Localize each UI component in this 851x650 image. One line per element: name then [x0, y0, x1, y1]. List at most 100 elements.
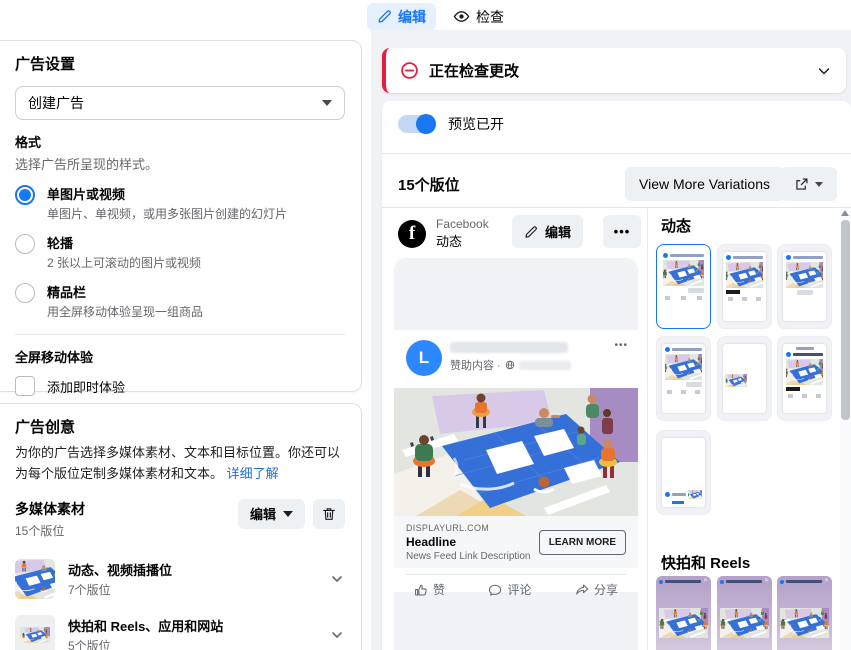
comment-icon [488, 583, 502, 597]
media-group-feeds[interactable]: 动态、视频插播位 7个版位 [15, 551, 345, 607]
link-description: News Feed Link Description [406, 551, 539, 562]
page-name-redacted [450, 342, 568, 353]
eye-icon [453, 8, 470, 25]
cta-button[interactable]: LEARN MORE [539, 530, 626, 555]
top-toolbar: 编辑 检查 [0, 0, 851, 32]
ad-setup-card: 广告设置 创建广告 格式 选择广告所呈现的样式。 单图片或视频 单图片、单视频，… [0, 40, 362, 392]
placement-thumbnail[interactable] [717, 336, 772, 421]
placement-edit-label: 编辑 [545, 222, 571, 241]
scrollbar-up-arrow[interactable] [841, 210, 849, 216]
comment-button[interactable]: 评论 [488, 581, 531, 598]
format-option-desc: 2 张以上可滚动的图片或视频 [47, 254, 201, 271]
placement-thumbnail[interactable] [777, 336, 832, 421]
media-group-thumbnail [15, 615, 55, 650]
preview-card: 预览已开 15个版位 View More Variations f Facebo… [382, 101, 851, 650]
headline: Headline [406, 535, 539, 549]
media-group-stories[interactable]: 快拍和 Reels、应用和网站 5个版位 [15, 607, 345, 650]
chevron-down-icon [322, 100, 332, 106]
preview-stage: L 赞助内容 · ••• [394, 258, 638, 650]
preview-toggle-row: 预览已开 [398, 114, 504, 134]
media-title: 多媒体素材 [15, 499, 85, 519]
radio-icon[interactable] [15, 234, 35, 254]
placement-thumbnails-pane: 动态 [648, 208, 851, 650]
inspect-tab-label: 检查 [476, 7, 504, 27]
pencil-icon [524, 225, 538, 239]
feed-column-title: 动态 [661, 215, 691, 236]
media-group-label: 快拍和 Reels、应用和网站 [68, 616, 316, 635]
edit-tab-button[interactable]: 编辑 [367, 3, 436, 30]
format-subtitle: 选择广告所呈现的样式。 [15, 154, 345, 173]
minus-circle-icon [400, 61, 419, 80]
ad-creative-description: 为你的广告选择多媒体素材、文本和目标位置。你还可以为每个版位定制多媒体素材和文本… [15, 443, 345, 485]
placement-thumbnail-reel[interactable]: ✕ [777, 576, 832, 650]
format-option-label: 精品栏 [47, 282, 203, 301]
learn-more-link[interactable]: 详细了解 [227, 466, 279, 481]
media-group-thumbnail [15, 559, 55, 599]
placement-more-button[interactable]: ••• [603, 215, 641, 248]
scrollbar-track[interactable] [840, 208, 851, 650]
preview-toggle[interactable] [398, 115, 436, 133]
pencil-icon [377, 9, 392, 24]
post-link-card[interactable]: DISPLAYURL.COM Headline News Feed Link D… [394, 516, 638, 568]
share-button[interactable]: 分享 [575, 581, 618, 598]
media-group-label: 动态、视频插播位 [68, 560, 316, 579]
media-edit-button[interactable]: 编辑 [238, 499, 305, 529]
ads-manager-screen: 编辑 检查 广告设置 创建广告 格式 选择广告所呈现的样式。 单图片或视频 单图… [0, 0, 851, 650]
display-url: DISPLAYURL.COM [406, 523, 539, 533]
chevron-down-icon[interactable] [329, 627, 345, 643]
sponsored-label: 赞助内容 · [450, 357, 501, 373]
page-avatar: L [406, 340, 442, 376]
inspect-tab-button[interactable]: 检查 [443, 3, 514, 30]
radio-icon[interactable] [15, 283, 35, 303]
placements-count: 15个版位 [398, 174, 460, 195]
edit-tab-label: 编辑 [398, 7, 426, 27]
placement-header: f Facebook 动态 [398, 217, 489, 250]
divider [382, 153, 851, 154]
facebook-post-preview: L 赞助内容 · ••• [394, 330, 638, 592]
placement-preview-pane: f Facebook 动态 编辑 ••• L [382, 208, 648, 650]
share-preview-button[interactable] [780, 167, 837, 201]
post-header: L 赞助内容 · ••• [406, 340, 628, 376]
radio-selected-icon[interactable] [15, 185, 35, 205]
media-delete-button[interactable] [313, 499, 345, 529]
fullscreen-title: 全屏移动体验 [15, 347, 345, 366]
channel-name: Facebook [436, 217, 489, 231]
placement-thumbnail-selected[interactable] [656, 244, 711, 329]
divider [15, 334, 345, 335]
scrollbar-thumb[interactable] [841, 220, 850, 420]
chevron-down-icon [815, 182, 823, 187]
alert-title: 正在检查更改 [429, 60, 806, 81]
review-alert[interactable]: 正在检查更改 [382, 48, 846, 93]
placement-thumbnail-reel[interactable]: ✕ [717, 576, 772, 650]
format-option-single[interactable]: 单图片或视频 单图片、单视频，或用多张图片创建的幻灯片 [15, 184, 345, 222]
facebook-logo: f [398, 220, 426, 248]
placement-thumbnail[interactable] [656, 430, 711, 515]
chevron-down-icon[interactable] [816, 63, 832, 79]
ad-image [394, 388, 638, 516]
format-option-collection[interactable]: 精品栏 用全屏移动体验呈现一组商品 [15, 282, 345, 320]
chevron-down-icon[interactable] [329, 571, 345, 587]
format-option-carousel[interactable]: 轮播 2 张以上可滚动的图片或视频 [15, 233, 345, 271]
placement-edit-button[interactable]: 编辑 [512, 215, 583, 248]
like-button[interactable]: 赞 [414, 581, 445, 598]
format-option-desc: 单图片、单视频，或用多张图片创建的幻灯片 [47, 205, 287, 222]
placement-thumbnail[interactable] [717, 244, 772, 329]
ad-setup-title: 广告设置 [15, 53, 345, 74]
placement-thumbnail[interactable] [777, 244, 832, 329]
trash-icon [321, 506, 337, 522]
placement-thumbnail[interactable] [656, 336, 711, 421]
chevron-down-icon [283, 511, 293, 517]
ad-setup-select[interactable]: 创建广告 [15, 86, 345, 120]
media-placements-count: 15个版位 [15, 522, 85, 539]
format-option-desc: 用全屏移动体验呈现一组商品 [47, 303, 203, 320]
preview-toggle-label: 预览已开 [448, 114, 504, 134]
placement-thumbnail-reel[interactable]: ✕ [656, 576, 711, 650]
ad-creative-card: 广告创意 为你的广告选择多媒体素材、文本和目标位置。你还可以为每个版位定制多媒体… [0, 403, 362, 650]
instant-experience-checkbox-row[interactable]: 添加即时体验 [15, 376, 345, 396]
format-option-label: 轮播 [47, 233, 201, 252]
post-menu-icon[interactable]: ••• [614, 340, 628, 376]
view-more-variations-button[interactable]: View More Variations [625, 167, 784, 201]
checkbox-icon[interactable] [15, 376, 35, 396]
media-header: 多媒体素材 15个版位 编辑 [15, 499, 345, 539]
globe-icon [505, 360, 515, 370]
